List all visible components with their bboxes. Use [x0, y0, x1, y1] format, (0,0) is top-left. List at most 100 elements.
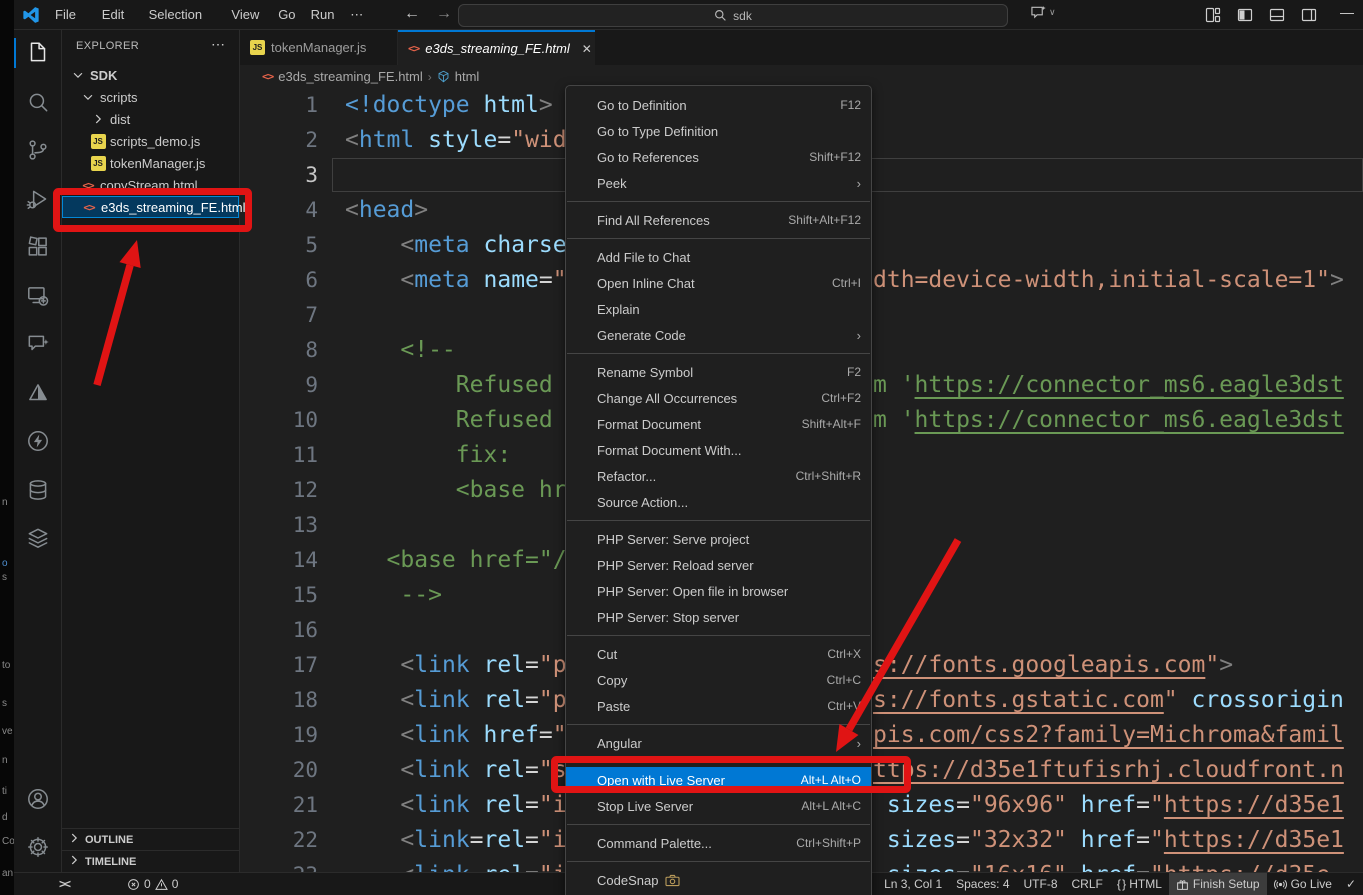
status-go-live[interactable]: Go Live	[1267, 873, 1339, 895]
menu-file[interactable]: File	[46, 0, 85, 30]
line-number: 12	[240, 473, 318, 508]
tree-item-label: SDK	[90, 68, 117, 83]
tree-item-scripts[interactable]: scripts	[62, 86, 239, 108]
menu-item-command-palette---[interactable]: Command Palette...Ctrl+Shift+P	[566, 830, 871, 856]
menu-[interactable]: ⋯	[341, 0, 372, 30]
menu-item-shortcut: F2	[847, 365, 861, 379]
tree-item-scripts-demo-js[interactable]: JSscripts_demo.js	[62, 130, 239, 152]
menu-item-explain[interactable]: Explain	[566, 296, 871, 322]
menu-go[interactable]: Go	[269, 0, 304, 30]
status-crlf[interactable]: CRLF	[1065, 873, 1110, 895]
line-number: 14	[240, 543, 318, 578]
menu-item-change-all-occurrences[interactable]: Change All OccurrencesCtrl+F2	[566, 385, 871, 411]
menu-item-peek[interactable]: Peek ›	[566, 170, 871, 196]
menu-item-find-all-references[interactable]: Find All ReferencesShift+Alt+F12	[566, 207, 871, 233]
code-text: <meta charse	[345, 228, 567, 263]
background-window-sliver: nostosventidCoan	[0, 0, 14, 895]
menu-item-label: Peek	[597, 176, 849, 191]
activity-bar	[14, 30, 62, 872]
problems-status[interactable]: 0 0	[120, 873, 185, 895]
code-text: m 'https://connector_ms6.eagle3dst	[873, 368, 1344, 403]
menu-item-rename-symbol[interactable]: Rename SymbolF2	[566, 359, 871, 385]
account-icon[interactable]	[14, 776, 62, 822]
tab-e3ds-streaming-fe-html[interactable]: <>e3ds_streaming_FE.html✕	[398, 30, 595, 65]
remote-indicator[interactable]: ><	[52, 873, 76, 895]
panel-timeline[interactable]: TIMELINE	[62, 850, 239, 872]
menu-item-go-to-definition[interactable]: Go to DefinitionF12	[566, 92, 871, 118]
menu-item-php-server--stop-server[interactable]: PHP Server: Stop server	[566, 604, 871, 630]
tab-close-icon[interactable]: ✕	[582, 42, 592, 56]
menu-item-php-server--open-file-in-browser[interactable]: PHP Server: Open file in browser	[566, 578, 871, 604]
line-number: 1	[240, 88, 318, 123]
tree-item-e3ds-streaming-fe-html[interactable]: <>e3ds_streaming_FE.html	[62, 196, 239, 218]
status-html[interactable]: { }HTML	[1110, 873, 1169, 895]
menu-item-label: Stop Live Server	[597, 799, 801, 814]
menu-item-codesnap[interactable]: CodeSnap	[566, 867, 871, 893]
menu-item-source-action---[interactable]: Source Action...	[566, 489, 871, 515]
menu-item-go-to-references[interactable]: Go to ReferencesShift+F12	[566, 144, 871, 170]
menu-item-generate-code[interactable]: Generate Code›	[566, 322, 871, 348]
status-spaces--4[interactable]: Spaces: 4	[949, 873, 1016, 895]
layout-customize-icon[interactable]	[1205, 7, 1221, 28]
search-icon	[714, 9, 727, 22]
code-text: <base hr	[345, 473, 567, 508]
tree-item-tokenmanager-js[interactable]: JStokenManager.js	[62, 152, 239, 174]
toggle-secondary-sidebar-icon[interactable]	[1301, 7, 1317, 28]
breadcrumb-symbol[interactable]: html	[455, 69, 480, 84]
menu-item-go-to-type-definition[interactable]: Go to Type Definition	[566, 118, 871, 144]
status-ln-3--col-1[interactable]: Ln 3, Col 1	[877, 873, 949, 895]
menu-edit[interactable]: Edit	[93, 0, 133, 30]
menu-view[interactable]: View	[222, 0, 268, 30]
thunder-client-icon[interactable]	[14, 418, 62, 464]
code-text: Refused	[345, 368, 553, 403]
title-bar: File EditSelection ViewGoRun⋯ ← → sdk ∨ —	[14, 0, 1363, 30]
minimize-button[interactable]: —	[1340, 4, 1354, 20]
menu-item-paste[interactable]: PasteCtrl+V	[566, 693, 871, 719]
status-finish-setup[interactable]: Finish Setup	[1169, 873, 1267, 895]
line-number: 18	[240, 683, 318, 718]
warning-icon	[155, 878, 168, 891]
nav-back-icon[interactable]: ←	[404, 0, 420, 30]
menu-item-copy[interactable]: CopyCtrl+C	[566, 667, 871, 693]
menu-item-format-document[interactable]: Format DocumentShift+Alt+F	[566, 411, 871, 437]
tree-item-sdk[interactable]: SDK	[62, 64, 239, 86]
menu-item-php-server--serve-project[interactable]: PHP Server: Serve project	[566, 526, 871, 552]
menu-item-add-file-to-chat[interactable]: Add File to Chat	[566, 244, 871, 270]
menu-item-angular[interactable]: Angular›	[566, 730, 871, 756]
html-file-icon: <>	[81, 199, 97, 215]
status-utf-8[interactable]: UTF-8	[1017, 873, 1065, 895]
explorer-more-actions-icon[interactable]: ⋯	[211, 36, 225, 53]
menu-item-php-server--reload-server[interactable]: PHP Server: Reload server	[566, 552, 871, 578]
remote-explorer-icon[interactable]	[14, 273, 62, 319]
menu-selection[interactable]: Selection	[140, 0, 211, 30]
source-control-icon[interactable]	[14, 127, 62, 173]
menu-item-refactor---[interactable]: Refactor...Ctrl+Shift+R	[566, 463, 871, 489]
layers-icon[interactable]	[14, 515, 62, 561]
chat-icon[interactable]	[14, 321, 62, 367]
extensions-icon[interactable]	[14, 224, 62, 270]
menu-item-cut[interactable]: CutCtrl+X	[566, 641, 871, 667]
tree-item-copystream-html[interactable]: <>copyStream.html	[62, 174, 239, 196]
panel-outline[interactable]: OUTLINE	[62, 828, 239, 850]
nav-forward-icon[interactable]: →	[436, 0, 452, 30]
tree-item-dist[interactable]: dist	[62, 108, 239, 130]
menu-item-open-with-live-server[interactable]: Open with Live ServerAlt+L Alt+O	[566, 767, 871, 793]
command-center-search[interactable]: sdk	[458, 4, 1008, 27]
prism-icon[interactable]	[14, 370, 62, 416]
copilot-menu-icon[interactable]: ∨	[1030, 5, 1056, 20]
tab-tokenmanager-js[interactable]: JStokenManager.js	[240, 30, 398, 65]
breadcrumb-file[interactable]: e3ds_streaming_FE.html	[278, 69, 423, 84]
menu-item-format-document-with---[interactable]: Format Document With...	[566, 437, 871, 463]
menu-item-open-inline-chat[interactable]: Open Inline ChatCtrl+I	[566, 270, 871, 296]
menu-item-stop-live-server[interactable]: Stop Live ServerAlt+L Alt+C	[566, 793, 871, 819]
search-icon[interactable]	[14, 79, 62, 125]
status--[interactable]: ✓	[1339, 873, 1363, 895]
toggle-sidebar-icon[interactable]	[1237, 7, 1253, 28]
toggle-panel-icon[interactable]	[1269, 7, 1285, 28]
settings-gear-icon[interactable]	[14, 824, 62, 870]
menu-run[interactable]: Run	[302, 0, 344, 30]
submenu-arrow-icon: ›	[857, 176, 861, 191]
database-icon[interactable]	[14, 467, 62, 513]
run-debug-icon[interactable]	[14, 176, 62, 222]
explorer-icon[interactable]	[14, 30, 62, 76]
